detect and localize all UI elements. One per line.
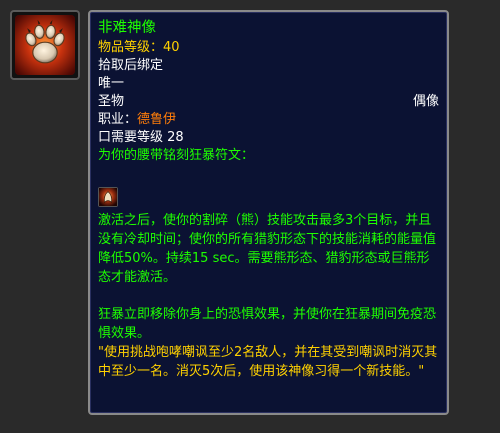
class-row: 职业：德鲁伊 bbox=[98, 111, 439, 129]
spell-icon-frame[interactable] bbox=[98, 187, 118, 207]
effect-description: 激活之后，使你的割碎（熊）技能攻击最多3个目标，并且没有冷却时间；使你的所有猎豹… bbox=[98, 213, 437, 285]
class-value: 德鲁伊 bbox=[137, 112, 177, 127]
flavor-text: "使用挑战咆哮嘲讽至少2名敌人，并在其受到嘲讽时消灭其中至少一名。消灭5次后，使… bbox=[98, 345, 438, 379]
paw-print-icon bbox=[15, 15, 75, 75]
effect-description-2: 狂暴立即移除你身上的恐惧效果，并使你在狂暴期间免疫恐惧效果。 bbox=[98, 307, 437, 341]
requires-level: 口需要等级 28 bbox=[98, 130, 184, 145]
engrave-text: 为你的腰带铭刻狂暴符文： bbox=[98, 148, 255, 163]
berserk-rune-icon bbox=[99, 188, 117, 206]
item-icon-frame[interactable] bbox=[10, 10, 80, 80]
binding-text: 拾取后绑定 bbox=[98, 58, 164, 73]
item-type: 偶像 bbox=[412, 94, 439, 109]
slot-row: 圣物 偶像 bbox=[98, 93, 439, 111]
item-name: 非难神像 bbox=[98, 20, 156, 36]
class-label: 职业： bbox=[98, 112, 138, 127]
unique-text: 唯一 bbox=[98, 76, 125, 91]
slot-text: 圣物 bbox=[98, 94, 125, 109]
item-level: 物品等级：40 bbox=[98, 40, 180, 55]
item-tooltip: 非难神像 物品等级：40 拾取后绑定 唯一 圣物 偶像 职业：德鲁伊 口需要等级… bbox=[88, 10, 449, 415]
